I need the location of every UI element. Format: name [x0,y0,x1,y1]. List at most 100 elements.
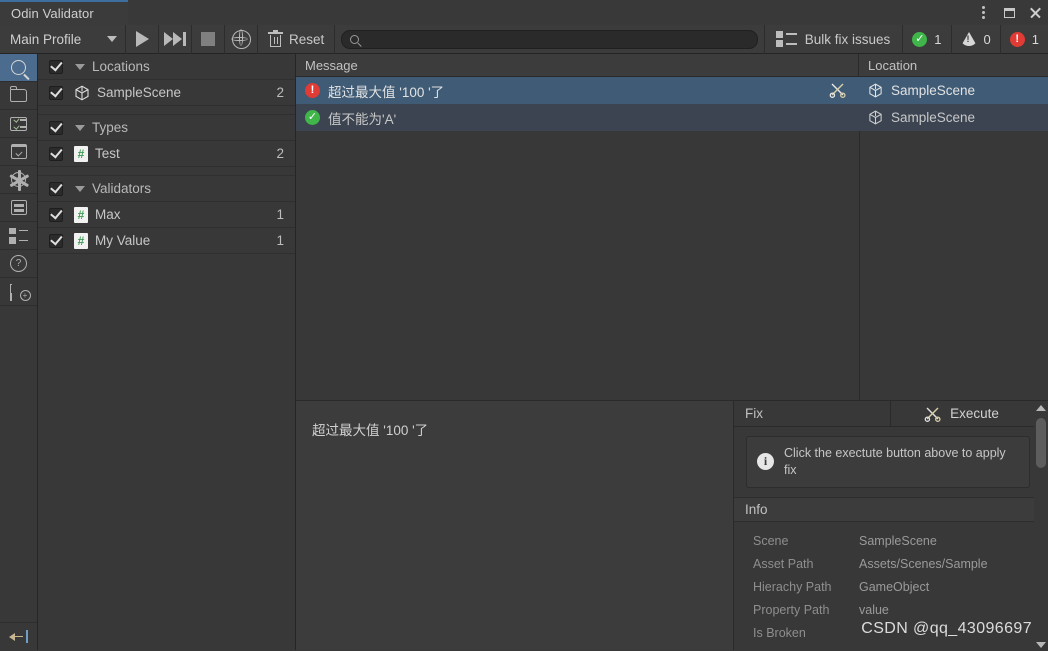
search-icon [11,60,26,75]
scroll-down-button[interactable] [1034,638,1048,651]
info-value: Assets/Scenes/Sample [859,557,988,572]
info-scrollbar[interactable] [1034,401,1048,651]
info-header-label: Info [745,501,768,517]
help-icon: ? [10,255,27,272]
counter-error-value: 1 [1031,31,1039,47]
issue-table-header: Message Location [296,54,1048,77]
scrollbar-thumb[interactable] [1036,418,1046,468]
fast-forward-icon [164,32,186,46]
tree-spacer [38,106,295,115]
rail-item-checklist[interactable] [0,110,37,138]
stop-button[interactable] [192,25,224,54]
tree-group-validators[interactable]: Validators [38,176,295,202]
rail-item-settings[interactable] [0,166,37,194]
error-icon: ! [305,83,320,98]
mail-add-icon: + [9,284,31,301]
tree-group-label: Validators [92,181,152,196]
profile-dropdown[interactable]: Main Profile [0,25,125,54]
checkbox[interactable] [49,84,63,100]
issue-location-cell: SampleScene [859,77,1048,104]
rail-item-help[interactable]: ? [0,250,37,278]
table-row[interactable]: ✓ 值不能为'A' SampleScene [296,104,1048,131]
counter-warning[interactable]: ! 0 [952,25,1000,54]
bottom-pane: 超过最大值 '100 '了 Fix Execute i Click the ex… [296,400,1048,651]
bulk-fix-label: Bulk fix issues [804,31,891,47]
tree-group-locations[interactable]: Locations [38,54,295,80]
script-icon: # [74,206,88,223]
search-icon [350,34,360,44]
rail-item-contact[interactable]: + [0,278,37,306]
tree-group-types[interactable]: Types [38,115,295,141]
window-menu-button[interactable] [970,0,996,25]
scrollbar-track[interactable] [1034,414,1048,638]
bulk-fix-issues-button[interactable]: Bulk fix issues [765,25,903,54]
tab-fix-label: Fix [745,406,763,421]
table-row[interactable]: ! 超过最大值 '100 '了 SampleScene [296,77,1048,104]
window-maximize-button[interactable] [996,0,1022,25]
issue-location-cell: SampleScene [859,104,1048,131]
scissors-icon[interactable] [829,81,846,101]
script-icon: # [74,232,88,249]
fix-panel: Fix Execute i Click the exectute button … [734,401,1048,651]
unity-scene-icon [74,85,90,101]
info-key: Asset Path [753,557,814,572]
checkbox[interactable] [49,180,63,196]
rail-item-scheduled[interactable] [0,138,37,166]
checkbox[interactable] [49,206,63,222]
window-tab-odin-validator[interactable]: Odin Validator [0,0,128,25]
tree-item-test[interactable]: # Test 2 [38,141,295,167]
folder-icon [9,86,27,102]
chevron-down-icon[interactable] [75,124,85,131]
checkbox[interactable] [49,58,63,74]
run-validation-button[interactable] [126,25,158,54]
title-bar: Odin Validator [0,0,1048,25]
reset-label: Reset [289,31,325,47]
issue-location-text: SampleScene [891,110,976,125]
rail-item-rules[interactable] [0,222,37,250]
window-close-button[interactable] [1022,0,1048,25]
unity-scene-icon [868,110,883,125]
counter-error[interactable]: ! 1 [1001,25,1048,54]
scope-button[interactable] [225,25,257,54]
info-value: value [859,603,889,618]
checkbox[interactable] [49,232,63,248]
error-icon: ! [1009,31,1025,47]
fix-notice: i Click the exectute button above to app… [746,436,1030,488]
info-section-header[interactable]: Info [734,496,1048,522]
tree-item-label: Test [95,146,120,161]
checkbox[interactable] [49,119,63,135]
scroll-up-button[interactable] [1034,401,1048,414]
column-header-message[interactable]: Message [296,54,859,76]
counter-ok-value: 1 [934,31,942,47]
checkbox[interactable] [49,145,63,161]
tree-item-my-value[interactable]: # My Value 1 [38,228,295,254]
info-key: Property Path [753,603,830,618]
rail-collapse-button[interactable] [0,622,37,650]
odin-validator-window: Odin Validator Main Profile Reset Bulk f… [0,0,1048,651]
rail-item-profiles[interactable] [0,194,37,222]
execute-button[interactable]: Execute [891,401,1048,426]
detail-panel: 超过最大值 '100 '了 [296,401,734,650]
issue-message-cell: ✓ 值不能为'A' [296,104,859,131]
chevron-down-icon[interactable] [75,63,85,70]
column-header-location[interactable]: Location [859,54,1048,76]
run-all-button[interactable] [159,25,191,54]
calendar-check-icon [10,144,27,159]
reset-button[interactable]: Reset [258,25,334,54]
counter-ok[interactable]: ✓ 1 [903,25,950,54]
search-input[interactable] [365,31,749,47]
info-row: Property Path value [734,599,1048,622]
rail-item-folder[interactable] [0,82,37,110]
rail-item-search[interactable] [0,54,37,82]
gear-icon [9,169,30,191]
tree-item-label: My Value [95,233,151,248]
info-key: Hierachy Path [753,580,832,595]
toolbar: Main Profile Reset Bulk fix issues ✓ 1 !… [0,24,1048,54]
tree-item-samplescene[interactable]: SampleScene 2 [38,80,295,106]
issue-message-text: 超过最大值 '100 '了 [328,84,445,100]
bulk-fix-icon [775,30,797,48]
search-box[interactable] [341,29,758,49]
tree-item-max[interactable]: # Max 1 [38,202,295,228]
chevron-down-icon[interactable] [75,185,85,192]
tab-fix[interactable]: Fix [734,401,891,426]
